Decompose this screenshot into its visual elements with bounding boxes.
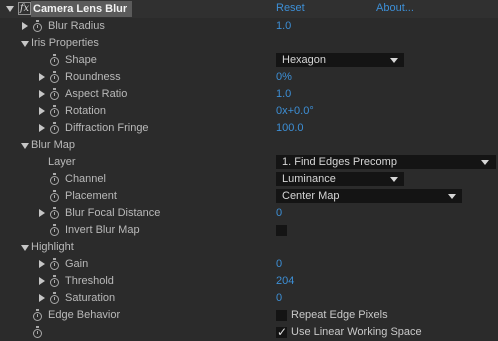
stopwatch-icon[interactable]	[50, 122, 59, 134]
channel-dropdown[interactable]: Luminance	[276, 172, 404, 186]
collapse-highlight-icon[interactable]	[21, 245, 29, 251]
row-saturation: Saturation 0	[0, 290, 498, 307]
stopwatch-icon[interactable]	[50, 258, 59, 270]
row-placement: Placement Center Map	[0, 188, 498, 205]
row-blur-radius: Blur Radius 1.0	[0, 18, 498, 35]
blur-map-label: Blur Map	[31, 139, 76, 151]
roundness-label: Roundness	[65, 71, 121, 83]
blur-focal-distance-label: Blur Focal Distance	[65, 207, 161, 219]
threshold-label: Threshold	[65, 275, 114, 287]
expand-icon[interactable]	[39, 107, 45, 115]
saturation-label: Saturation	[65, 292, 116, 304]
stopwatch-icon[interactable]	[33, 20, 42, 32]
row-invert-blur-map: Invert Blur Map	[0, 222, 498, 239]
layer-dropdown[interactable]: 1. Find Edges Precomp	[276, 155, 496, 169]
effect-header: fx Camera Lens Blur Reset About...	[0, 0, 498, 18]
linear-working-space-checkbox[interactable]: ✓	[276, 325, 288, 339]
expand-icon[interactable]	[22, 22, 28, 30]
stopwatch-icon[interactable]	[50, 88, 59, 100]
stopwatch-icon[interactable]	[50, 207, 59, 219]
row-channel: Channel Luminance	[0, 171, 498, 188]
stopwatch-icon[interactable]	[50, 190, 59, 202]
layer-label: Layer	[48, 156, 76, 168]
chevron-down-icon	[390, 58, 398, 63]
channel-label: Channel	[65, 173, 106, 185]
blur-focal-distance-value[interactable]: 0	[276, 207, 282, 219]
layer-value: 1. Find Edges Precomp	[282, 156, 397, 168]
edge-behavior-label: Edge Behavior	[48, 309, 121, 321]
roundness-value[interactable]: 0%	[276, 71, 292, 83]
linear-working-space-label[interactable]: Use Linear Working Space	[291, 326, 422, 338]
channel-value: Luminance	[282, 173, 336, 185]
repeat-edge-pixels-label[interactable]: Repeat Edge Pixels	[291, 309, 388, 321]
row-roundness: Roundness 0%	[0, 69, 498, 86]
highlight-label: Highlight	[31, 241, 74, 253]
placement-dropdown[interactable]: Center Map	[276, 189, 462, 203]
row-aspect-ratio: Aspect Ratio 1.0	[0, 86, 498, 103]
iris-properties-label: Iris Properties	[31, 37, 99, 49]
blur-radius-label: Blur Radius	[48, 20, 105, 32]
expand-icon[interactable]	[39, 90, 45, 98]
stopwatch-icon[interactable]	[50, 292, 59, 304]
row-blur-focal-distance: Blur Focal Distance 0	[0, 205, 498, 222]
gain-value[interactable]: 0	[276, 258, 282, 270]
saturation-value[interactable]: 0	[276, 292, 282, 304]
group-blur-map: Blur Map	[0, 137, 498, 154]
row-rotation: Rotation 0x+0.0°	[0, 103, 498, 120]
row-threshold: Threshold 204	[0, 273, 498, 290]
collapse-effect-icon[interactable]	[6, 6, 14, 12]
shape-label: Shape	[65, 54, 97, 66]
stopwatch-icon[interactable]	[50, 275, 59, 287]
gain-label: Gain	[65, 258, 89, 270]
reset-button[interactable]: Reset	[276, 2, 305, 14]
collapse-blur-map-icon[interactable]	[21, 143, 29, 149]
placement-label: Placement	[65, 190, 117, 202]
stopwatch-icon[interactable]	[33, 309, 42, 321]
row-shape: Shape Hexagon	[0, 52, 498, 69]
placement-value: Center Map	[282, 190, 340, 202]
shape-dropdown[interactable]: Hexagon	[276, 53, 404, 67]
chevron-down-icon	[448, 194, 456, 199]
expand-icon[interactable]	[39, 209, 45, 217]
group-iris-properties: Iris Properties	[0, 35, 498, 52]
diffraction-fringe-label: Diffraction Fringe	[65, 122, 149, 134]
chevron-down-icon	[390, 177, 398, 182]
aspect-ratio-label: Aspect Ratio	[65, 88, 128, 100]
stopwatch-icon[interactable]	[50, 71, 59, 83]
expand-icon[interactable]	[39, 73, 45, 81]
stopwatch-icon[interactable]	[50, 173, 59, 185]
expand-icon[interactable]	[39, 124, 45, 132]
chevron-down-icon	[481, 160, 489, 165]
fx-toggle-icon[interactable]: fx	[18, 2, 31, 15]
expand-icon[interactable]	[39, 294, 45, 302]
stopwatch-icon[interactable]	[33, 326, 42, 338]
effect-title[interactable]: Camera Lens Blur	[31, 1, 133, 17]
about-button[interactable]: About...	[376, 2, 414, 14]
aspect-ratio-value[interactable]: 1.0	[276, 88, 291, 100]
stopwatch-icon[interactable]	[50, 54, 59, 66]
threshold-value[interactable]: 204	[276, 275, 294, 287]
expand-icon[interactable]	[39, 277, 45, 285]
rotation-label: Rotation	[65, 105, 106, 117]
checkmark-icon: ✓	[277, 325, 288, 339]
blur-radius-value[interactable]: 1.0	[276, 20, 291, 32]
row-diffraction-fringe: Diffraction Fringe 100.0	[0, 120, 498, 137]
row-gain: Gain 0	[0, 256, 498, 273]
row-layer: Layer 1. Find Edges Precomp	[0, 154, 498, 171]
invert-blur-map-checkbox[interactable]	[276, 225, 287, 236]
collapse-iris-icon[interactable]	[21, 41, 29, 47]
shape-value: Hexagon	[282, 54, 327, 66]
invert-blur-map-label: Invert Blur Map	[65, 224, 140, 236]
diffraction-fringe-value[interactable]: 100.0	[276, 122, 304, 134]
repeat-edge-pixels-checkbox[interactable]	[276, 310, 287, 321]
stopwatch-icon[interactable]	[50, 224, 59, 236]
row-linear-working-space: ✓ Use Linear Working Space	[0, 324, 498, 341]
group-highlight: Highlight	[0, 239, 498, 256]
stopwatch-icon[interactable]	[50, 105, 59, 117]
rotation-value[interactable]: 0x+0.0°	[276, 105, 314, 117]
expand-icon[interactable]	[39, 260, 45, 268]
row-edge-behavior: Edge Behavior Repeat Edge Pixels	[0, 307, 498, 324]
